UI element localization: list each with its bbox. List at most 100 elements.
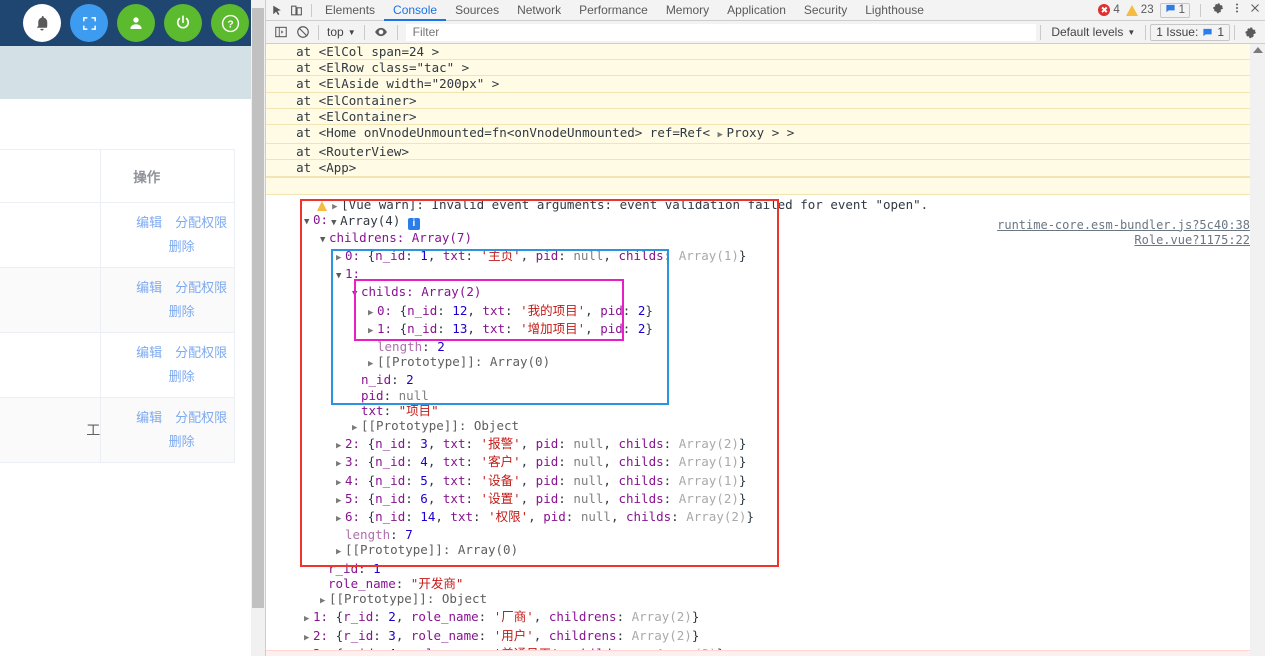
settings-gear-icon[interactable] <box>1211 1 1225 20</box>
expand-arrow-icon[interactable]: ▶ <box>352 421 361 436</box>
tab-performance[interactable]: Performance <box>570 0 657 21</box>
power-icon[interactable] <box>164 4 202 42</box>
console-settings-gear-icon[interactable] <box>1239 25 1262 40</box>
expand-arrow-icon[interactable]: ▶ <box>368 324 377 339</box>
collapse-arrow-icon[interactable]: ▼ <box>320 233 329 248</box>
assign-permission-link[interactable]: 分配权限 <box>175 215 227 230</box>
stack-frame: at <ElContainer> <box>266 108 1265 126</box>
tab-sources[interactable]: Sources <box>446 0 508 21</box>
close-devtools-icon[interactable] <box>1249 1 1261 19</box>
issues-chip[interactable]: 1 Issue: 1 <box>1150 23 1230 41</box>
assign-permission-link[interactable]: 分配权限 <box>175 280 227 295</box>
childrens-item: ▶ 3: {n_id: 4, txt: '客户', pid: null, chil… <box>266 454 1265 472</box>
warning-count-badge[interactable]: 23 <box>1125 4 1154 16</box>
stack-frame: at <ElCol span=24 > <box>266 44 1265 61</box>
expand-arrow-icon[interactable]: ▶ <box>336 545 345 560</box>
edit-link[interactable]: 编辑 <box>136 280 162 295</box>
app-header-icon-group: ? <box>23 4 249 42</box>
toolbar-separator <box>396 24 398 40</box>
expand-arrow-icon[interactable]: ▶ <box>336 512 345 527</box>
collapse-arrow-icon[interactable]: ▼ <box>352 287 361 302</box>
fullscreen-icon[interactable] <box>70 4 108 42</box>
scrollbar-thumb[interactable] <box>252 8 264 608</box>
assign-permission-link[interactable]: 分配权限 <box>175 410 227 425</box>
childs-length-row: length: 2 <box>377 339 445 355</box>
execution-context-selector[interactable]: top ▼ <box>323 25 360 39</box>
childs-prototype-row: ▶ [[Prototype]]: Array(0) <box>266 354 1265 372</box>
expand-arrow-icon[interactable]: ▶ <box>320 594 329 609</box>
more-options-icon[interactable] <box>1231 1 1243 20</box>
assign-permission-link[interactable]: 分配权限 <box>175 345 227 360</box>
clear-console-icon[interactable] <box>292 25 314 39</box>
device-toolbar-icon[interactable] <box>290 4 303 17</box>
tab-lighthouse[interactable]: Lighthouse <box>856 0 933 21</box>
console-toolbar: top ▼ Default levels ▼ 1 Issue: 1 <box>266 21 1265 44</box>
live-expression-eye-icon[interactable] <box>369 25 393 39</box>
expand-arrow-icon[interactable]: ▶ <box>304 631 313 646</box>
message-count-badge[interactable]: 1 <box>1159 2 1190 18</box>
childrens-item: ▶ 2: {n_id: 3, txt: '报警', pid: null, chil… <box>266 436 1265 454</box>
edit-link[interactable]: 编辑 <box>136 215 162 230</box>
row-operations-cell: 编辑 分配权限 删除 <box>100 202 235 268</box>
app-header: ? <box>0 0 251 46</box>
expand-arrow-icon[interactable]: ▶ <box>718 128 727 143</box>
expand-arrow-icon[interactable]: ▶ <box>368 306 377 321</box>
array-entry-0: ▼ 0: <box>266 212 1265 230</box>
delete-link[interactable]: 删除 <box>169 434 195 449</box>
collapse-arrow-icon[interactable]: ▼ <box>336 269 345 284</box>
delete-link[interactable]: 删除 <box>169 239 195 254</box>
devtools-dock-icons <box>266 4 307 17</box>
table-row: 编辑 分配权限 删除 <box>0 202 235 268</box>
tab-memory[interactable]: Memory <box>657 0 718 21</box>
childrens-item: ▶ 0: {n_id: 1, txt: '主页', pid: null, chil… <box>266 248 1265 266</box>
expand-arrow-icon[interactable]: ▶ <box>336 476 345 491</box>
stack-frame: at <App> <box>266 160 1265 177</box>
table-row: 编辑 分配权限 删除 <box>0 332 235 398</box>
pid-row: pid: null <box>361 387 429 403</box>
expand-arrow-icon[interactable]: ▶ <box>336 457 345 472</box>
role-name-row: role_name: "开发商" <box>328 575 464 591</box>
childrens-length-row: length: 7 <box>345 527 413 543</box>
array-root-row: ▼ Array(4) i Role.vue?1175:22 <box>331 212 1250 247</box>
console-sidebar-toggle-icon[interactable] <box>270 25 292 39</box>
role-table: 示 操作 编辑分配权限 删除 <box>0 149 235 463</box>
childrens-prototype-row: ▶ [[Prototype]]: Array(0) <box>266 542 1265 560</box>
app-page-scrollbar[interactable] <box>251 0 265 656</box>
delete-link[interactable]: 删除 <box>169 304 195 319</box>
collapse-arrow-icon[interactable]: ▼ <box>304 215 313 230</box>
help-icon[interactable]: ? <box>211 4 249 42</box>
bell-icon[interactable] <box>23 4 61 42</box>
tab-application[interactable]: Application <box>718 0 795 21</box>
tab-security[interactable]: Security <box>795 0 856 21</box>
web-app-panel: ? 示 操作 编辑分配权限 <box>0 0 265 656</box>
edit-link[interactable]: 编辑 <box>136 410 162 425</box>
stack-frame: at <RouterView> <box>266 144 1265 161</box>
devtools-status-group: ✖ 4 23 1 <box>1098 1 1265 20</box>
childrens-item: ▶ 4: {n_id: 5, txt: '设备', pid: null, chil… <box>266 473 1265 491</box>
childrens-item: ▶ 6: {n_id: 14, txt: '权限', pid: null, chi… <box>266 509 1265 527</box>
log-level-selector[interactable]: Default levels ▼ <box>1045 25 1141 39</box>
console-filter-input[interactable] <box>405 23 1037 41</box>
tab-network[interactable]: Network <box>508 0 570 21</box>
scroll-up-arrow-icon[interactable] <box>1253 47 1263 53</box>
expand-arrow-icon[interactable]: ▶ <box>336 439 345 454</box>
delete-link[interactable]: 删除 <box>169 369 195 384</box>
console-scrollbar[interactable] <box>1250 44 1265 656</box>
column-header-label: 示 <box>0 149 102 203</box>
tab-elements[interactable]: Elements <box>316 0 384 21</box>
console-log-area[interactable]: at <ElCol span=24 > at <ElRow class="tac… <box>266 44 1265 656</box>
expand-arrow-icon[interactable]: ▶ <box>304 612 313 627</box>
edit-link[interactable]: 编辑 <box>136 345 162 360</box>
chevron-down-icon: ▼ <box>1127 27 1136 37</box>
childrens-array-row: ▼ childrens: Array(7) <box>266 230 1265 248</box>
error-count-badge[interactable]: ✖ 4 <box>1098 4 1120 16</box>
user-icon[interactable] <box>117 4 155 42</box>
tab-console[interactable]: Console <box>384 0 446 21</box>
rid-row: r_id: 1 <box>328 560 381 576</box>
expand-arrow-icon[interactable]: ▶ <box>336 494 345 509</box>
inspect-element-icon[interactable] <box>270 4 283 17</box>
expand-arrow-icon[interactable]: ▶ <box>336 251 345 266</box>
tab-separator <box>311 3 312 17</box>
expand-arrow-icon[interactable]: ▶ <box>368 357 377 372</box>
row-label-cell: 工 <box>0 397 102 463</box>
